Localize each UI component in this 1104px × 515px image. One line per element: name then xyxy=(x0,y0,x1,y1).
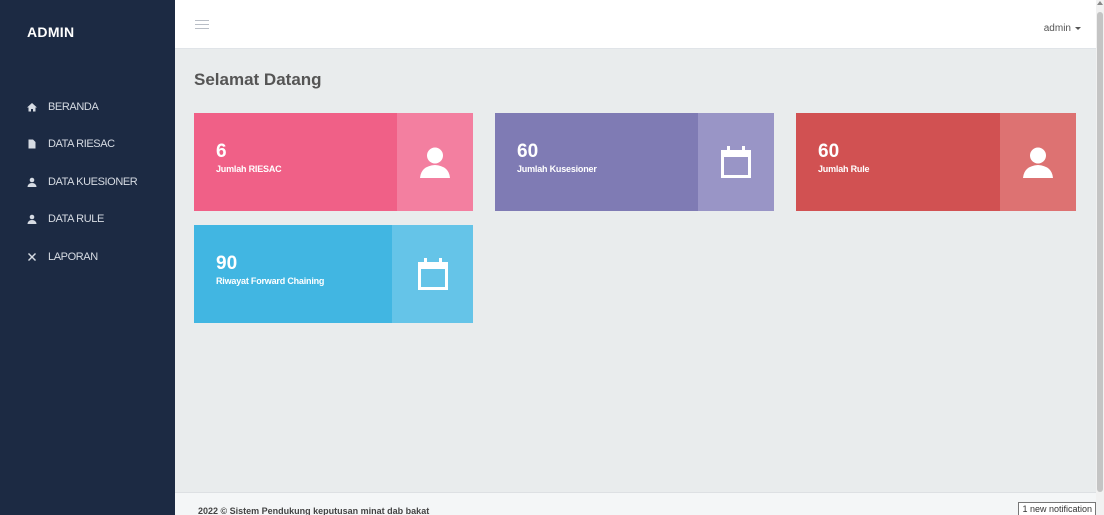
user-icon xyxy=(27,177,37,187)
footer: 2022 © Sistem Pendukung keputusan minat … xyxy=(175,492,1096,515)
calendar-icon xyxy=(721,146,751,178)
sidebar-item-label: DATA KUESIONER xyxy=(48,175,138,188)
file-icon xyxy=(27,139,37,149)
brand-title[interactable]: ADMIN xyxy=(0,0,175,62)
user-icon xyxy=(1023,147,1053,178)
page-title: Selamat Datang xyxy=(194,70,322,89)
notification-badge[interactable]: 1 new notification xyxy=(1018,502,1096,515)
scroll-up-icon[interactable] xyxy=(1097,1,1103,5)
menu-toggle-icon[interactable] xyxy=(195,20,209,30)
sidebar: ADMIN BERANDA DATA RIESAC DATA KUESIONER… xyxy=(0,0,175,515)
sidebar-item-label: DATA RULE xyxy=(48,213,104,226)
tools-icon xyxy=(27,252,37,262)
user-icon xyxy=(420,147,450,178)
sidebar-item-beranda[interactable]: BERANDA xyxy=(0,88,175,126)
stat-value: 60 xyxy=(517,141,539,162)
top-navbar: admin xyxy=(175,0,1096,49)
stat-value: 90 xyxy=(216,253,238,274)
user-name: admin xyxy=(1043,23,1071,34)
stat-label: Jumlah Kusesioner xyxy=(517,164,597,174)
footer-text: 2022 © Sistem Pendukung keputusan minat … xyxy=(198,506,430,515)
home-icon xyxy=(27,102,37,112)
stat-card-riwayat[interactable]: 90 Riwayat Forward Chaining xyxy=(194,225,473,323)
stat-card-riesac[interactable]: 6 Jumlah RIESAC xyxy=(194,113,473,211)
calendar-icon xyxy=(417,258,448,290)
caret-down-icon xyxy=(1075,26,1081,30)
stat-label: Jumlah Rule xyxy=(818,164,870,174)
sidebar-item-data-riesac[interactable]: DATA RIESAC xyxy=(0,126,175,164)
stat-value: 6 xyxy=(216,141,227,162)
stat-card-kusesioner[interactable]: 60 Jumlah Kusesioner xyxy=(495,113,774,211)
user-icon xyxy=(27,214,37,225)
stat-label: Riwayat Forward Chaining xyxy=(216,276,325,286)
sidebar-item-data-rule[interactable]: DATA RULE xyxy=(0,201,175,239)
sidebar-menu: BERANDA DATA RIESAC DATA KUESIONER DATA … xyxy=(0,88,175,276)
stat-card-rule[interactable]: 60 Jumlah Rule xyxy=(796,113,1076,211)
user-menu[interactable]: admin xyxy=(1044,23,1081,34)
sidebar-item-laporan[interactable]: LAPORAN xyxy=(0,238,175,276)
sidebar-item-label: BERANDA xyxy=(48,100,99,113)
sidebar-item-data-kuesioner[interactable]: DATA KUESIONER xyxy=(0,163,175,201)
scrollbar-thumb[interactable] xyxy=(1097,12,1103,492)
stat-label: Jumlah RIESAC xyxy=(216,164,282,174)
stat-value: 60 xyxy=(818,141,840,162)
scrollbar[interactable] xyxy=(1096,0,1104,515)
sidebar-item-label: DATA RIESAC xyxy=(48,138,115,151)
sidebar-item-label: LAPORAN xyxy=(48,250,98,263)
